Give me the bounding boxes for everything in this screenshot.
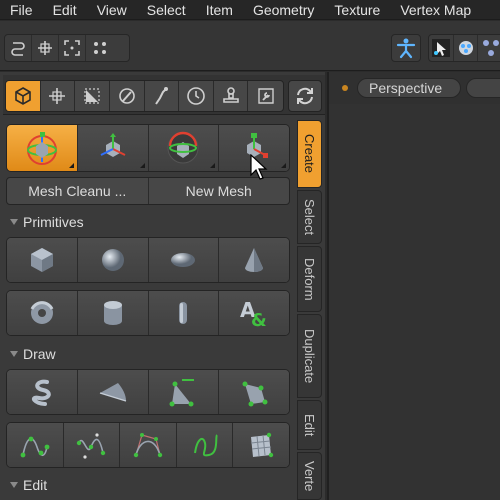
spline-icon[interactable]: [7, 423, 64, 467]
sketch-icon[interactable]: [176, 423, 234, 467]
primitives-section-header[interactable]: Primitives: [4, 212, 294, 232]
viewport-3d[interactable]: Perspective: [327, 72, 500, 500]
rotate-tool-icon[interactable]: [148, 125, 220, 171]
refresh-icon: [297, 87, 313, 105]
menu-geometry[interactable]: Geometry: [243, 0, 324, 20]
menu-item[interactable]: Item: [196, 0, 243, 20]
spline-points-icon[interactable]: [63, 423, 121, 467]
tool-panel: Mesh Cleanu ... New Mesh Primitives A & …: [0, 72, 325, 500]
tab-vertex[interactable]: Verte: [297, 452, 322, 500]
dots-icon[interactable]: [86, 35, 113, 61]
menu-file[interactable]: File: [0, 0, 43, 20]
viewport-shading-selector[interactable]: [466, 78, 500, 98]
menu-bar: File Edit View Select Item Geometry Text…: [0, 0, 500, 20]
menu-texture[interactable]: Texture: [324, 0, 390, 20]
mesh-button-row: Mesh Cleanu ... New Mesh: [6, 177, 290, 205]
cube-icon[interactable]: [6, 81, 41, 111]
pen-icon[interactable]: [77, 370, 149, 414]
tab-duplicate[interactable]: Duplicate: [297, 314, 322, 398]
sculpt-icon[interactable]: [110, 81, 145, 111]
viewport-indicator-dot[interactable]: [342, 85, 348, 91]
network-icon[interactable]: [478, 35, 500, 61]
menu-view[interactable]: View: [87, 0, 137, 20]
polygon-icon[interactable]: [148, 370, 220, 414]
snap-icon[interactable]: [5, 35, 32, 61]
bezier-polygon-icon[interactable]: [219, 370, 289, 414]
curve-icon[interactable]: [7, 370, 78, 414]
frame-icon[interactable]: [59, 35, 86, 61]
new-mesh-button[interactable]: New Mesh: [149, 178, 290, 204]
bezier-icon[interactable]: [120, 423, 177, 467]
category-tab-group: [5, 80, 284, 112]
draw-row-1: [6, 369, 290, 415]
select-toolbar-group: [428, 34, 500, 62]
scale-tool-options-marker: [281, 163, 286, 168]
edit-section-title: Edit: [23, 477, 48, 493]
menu-select[interactable]: Select: [137, 0, 196, 20]
paint-icon[interactable]: [454, 35, 479, 61]
capsule-icon[interactable]: [148, 238, 220, 282]
stamp-icon[interactable]: [214, 81, 249, 111]
torus-icon[interactable]: [7, 291, 78, 335]
svg-text:&: &: [251, 310, 267, 329]
mouse-cursor-icon: [250, 154, 268, 180]
rotate-tool-options-marker: [210, 163, 216, 168]
cone-icon[interactable]: [219, 238, 289, 282]
cube-icon[interactable]: [7, 238, 78, 282]
category-bar: [3, 75, 325, 115]
move-grid-icon[interactable]: [32, 35, 59, 61]
move-tool-icon[interactable]: [77, 125, 149, 171]
mesh-cleanup-button[interactable]: Mesh Cleanu ...: [7, 178, 149, 204]
snap-toolbar-group: [4, 34, 130, 62]
tab-deform[interactable]: Deform: [297, 246, 322, 312]
text-icon[interactable]: A &: [219, 291, 289, 335]
main-toolbar: [0, 21, 500, 71]
transform-icon[interactable]: [7, 125, 78, 171]
menu-vertex-map[interactable]: Vertex Map: [390, 0, 481, 20]
draw-section-title: Draw: [23, 346, 56, 362]
transform-options-marker: [68, 163, 74, 168]
sphere-icon[interactable]: [77, 238, 149, 282]
edit-section-header[interactable]: Edit: [4, 475, 294, 495]
patch-icon[interactable]: [233, 423, 289, 467]
rig-icon[interactable]: [145, 81, 180, 111]
uv-icon[interactable]: [75, 81, 110, 111]
collapse-triangle-icon: [10, 351, 18, 357]
menu-edit[interactable]: Edit: [43, 0, 87, 20]
viewport-view-selector[interactable]: Perspective: [357, 78, 461, 98]
move-tool-options-marker: [139, 163, 145, 168]
collapse-triangle-icon: [10, 219, 18, 225]
clock-icon[interactable]: [179, 81, 214, 111]
viewport-header: Perspective: [329, 72, 500, 104]
tab-select[interactable]: Select: [297, 190, 322, 244]
tube-icon[interactable]: [148, 291, 220, 335]
tab-edit[interactable]: Edit: [297, 400, 322, 450]
figure-icon[interactable]: [392, 35, 419, 61]
draw-row-2: [6, 422, 290, 468]
tab-create[interactable]: Create: [297, 120, 322, 188]
primitives-section-title: Primitives: [23, 214, 84, 230]
primitives-row-2: A &: [6, 290, 290, 336]
select-arrow-icon[interactable]: [429, 35, 454, 61]
wrench-icon[interactable]: [248, 81, 283, 111]
draw-section-header[interactable]: Draw: [4, 344, 294, 364]
figure-toolbar-group: [391, 34, 421, 62]
primitives-row-1: [6, 237, 290, 283]
vertical-tab-strip: Create Select Deform Duplicate Edit Vert…: [297, 120, 322, 500]
cylinder-icon[interactable]: [77, 291, 149, 335]
refresh-button[interactable]: [288, 80, 322, 112]
move-icon[interactable]: [41, 81, 76, 111]
transform-tools-row: [6, 124, 290, 172]
collapse-triangle-icon: [10, 482, 18, 488]
